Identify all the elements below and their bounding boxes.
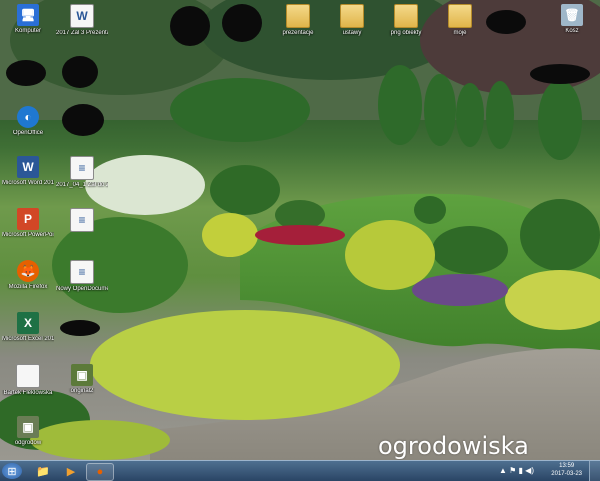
file-bartek-icon[interactable]: Bartek Fleklowska — [2, 364, 54, 397]
taskbar: ⊞ 📁 ▶ ● ▲ ⚑ ▮ ◀) 13:59 2017-03-23 — [0, 460, 600, 481]
firefox-icon-img: 🦊 — [17, 260, 39, 282]
word-2010-icon[interactable]: W Microsoft Word 2010 — [2, 156, 54, 187]
redaction-mark — [62, 56, 98, 88]
icon-label: odgrodow — [14, 440, 42, 446]
new-odt-icon[interactable]: ≡ Nowy OpenDocument D… — [56, 260, 108, 293]
text-doc-icon[interactable]: ≡ 2017_04_1 Zał do Zarz… — [56, 156, 108, 189]
recycle-bin-icon[interactable]: 🗑 Kosz — [546, 4, 598, 35]
recycle-bin-icon-img: 🗑 — [561, 4, 583, 26]
image-file-icon: ▣ — [71, 364, 93, 386]
document-icon — [16, 364, 40, 388]
media-player-taskbar-button[interactable]: ▶ — [58, 463, 84, 479]
icon-label: Kosz — [565, 28, 579, 34]
redaction-mark — [6, 60, 46, 86]
icon-label: prezentacje — [282, 30, 314, 36]
powerpoint-icon[interactable]: P Microsoft PowerPoint 2010 — [2, 208, 54, 239]
icon-label: Microsoft PowerPoint 2010 — [2, 232, 54, 238]
clock-time: 13:59 — [559, 463, 575, 469]
clock-date: 2017-03-23 — [551, 471, 582, 477]
start-button[interactable]: ⊞ — [2, 463, 22, 479]
icon-label: moje — [453, 30, 467, 36]
folder-icon — [448, 4, 472, 28]
opera-icon[interactable]: ◐ OpenOffice — [2, 106, 54, 137]
redaction-mark — [62, 104, 104, 136]
opera-icon-img: ◐ — [17, 106, 39, 128]
folder-ustawy-icon[interactable]: ustawy — [326, 4, 378, 37]
icon-label: ustawy — [342, 30, 362, 36]
word-doc-icon-img: W — [70, 4, 94, 28]
icon-label: Microsoft Word 2010 — [2, 180, 54, 186]
firefox-taskbar-button[interactable]: ● — [86, 463, 114, 481]
image-file-icon: ▣ — [17, 416, 39, 438]
explorer-taskbar-button[interactable]: 📁 — [30, 463, 56, 479]
firefox-taskbar-icon: ● — [96, 466, 104, 478]
folder-icon — [394, 4, 418, 28]
document-icon: ≡ — [70, 208, 94, 232]
icon-label: OpenOffice — [12, 130, 44, 136]
bottom-left-icon[interactable]: ▣ odgrodow — [2, 416, 54, 447]
redaction-mark — [170, 6, 210, 46]
icon-label: Nowy OpenDocument D… — [56, 286, 108, 292]
document-icon: ≡ — [70, 260, 94, 284]
media-player-taskbar-icon: ▶ — [66, 465, 76, 478]
redaction-mark — [530, 64, 590, 84]
icon-label: Komputer — [14, 28, 41, 34]
explorer-taskbar-icon: 📁 — [36, 465, 50, 478]
file-original-icon[interactable]: ▣ original2 — [56, 364, 108, 395]
folder-icon — [286, 4, 310, 28]
redaction-mark — [486, 10, 526, 34]
desktop: 🖥 Komputer W 2017 Zal 3 Prezentacja… pre… — [0, 0, 600, 460]
folder-moje-icon[interactable]: moje — [434, 4, 486, 37]
folder-programy-icon[interactable]: png obiekty — [380, 4, 432, 37]
text-doc2-icon[interactable]: ≡ — [56, 208, 108, 234]
powerpoint-icon-img: P — [17, 208, 39, 230]
document-icon: ≡ — [70, 156, 94, 180]
watermark: ogrodowiska — [378, 432, 529, 460]
word-icon: W — [17, 156, 39, 178]
icon-label: 2017_04_1 Zał do Zarz… — [56, 182, 108, 188]
icon-label: Bartek Fleklowska — [3, 390, 53, 396]
redaction-mark — [222, 4, 262, 42]
redaction-mark — [60, 320, 100, 336]
windows-logo-icon: ⊞ — [7, 465, 17, 478]
icon-label: original2 — [70, 388, 94, 394]
excel-icon[interactable]: X Microsoft Excel 2010 — [2, 312, 54, 343]
icon-label: 2017 Zal 3 Prezentacja… — [56, 30, 108, 36]
show-desktop-button[interactable] — [589, 461, 600, 481]
computer-icon-img: 🖥 — [17, 4, 39, 26]
folder-prezentacje-icon[interactable]: prezentacje — [272, 4, 324, 37]
icon-label: Mozilla Firefox — [8, 284, 48, 290]
computer-icon[interactable]: 🖥 Komputer — [2, 4, 54, 35]
firefox-icon[interactable]: 🦊 Mozilla Firefox — [2, 260, 54, 291]
word-doc-icon[interactable]: W 2017 Zal 3 Prezentacja… — [56, 4, 108, 37]
system-tray[interactable]: ▲ ⚑ ▮ ◀) — [499, 466, 534, 475]
clock[interactable]: 13:59 2017-03-23 — [551, 462, 582, 478]
icon-label: Microsoft Excel 2010 — [2, 336, 54, 342]
excel-icon-img: X — [17, 312, 39, 334]
folder-icon — [340, 4, 364, 28]
icon-label: png obiekty — [390, 30, 422, 36]
